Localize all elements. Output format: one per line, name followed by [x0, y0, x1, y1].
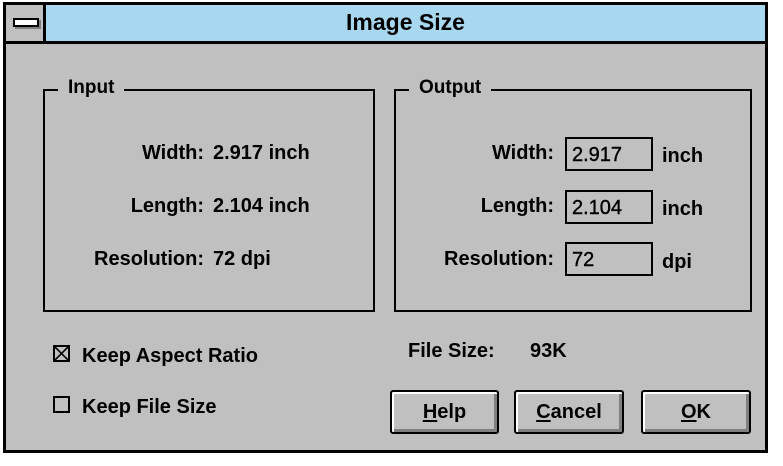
input-group-title: Input	[58, 77, 125, 99]
output-width-label: Width:	[491, 142, 554, 164]
output-group-title: Output	[409, 77, 492, 99]
image-size-dialog: Image Size Input Width: 2.917 inch Lengt…	[3, 2, 768, 453]
ok-button[interactable]: OK	[641, 390, 751, 434]
keep-aspect-ratio-checkbox[interactable]	[53, 345, 70, 362]
cancel-button-label: ancel	[550, 401, 602, 423]
help-button-mnemonic: H	[422, 401, 438, 423]
output-resolution-label: Resolution:	[444, 248, 554, 270]
output-length-field[interactable]: 2.104	[565, 190, 653, 224]
keep-file-size-label[interactable]: Keep File Size	[82, 396, 217, 419]
ok-button-mnemonic: O	[680, 401, 697, 423]
input-length-value: 2.104 inch	[213, 195, 310, 217]
output-resolution-unit: dpi	[662, 251, 692, 273]
keep-file-size-checkbox[interactable]	[53, 396, 70, 413]
output-length-unit: inch	[662, 198, 704, 220]
checkbox-x-icon	[55, 347, 68, 360]
ok-button-label: K	[696, 401, 711, 423]
output-resolution-field[interactable]: 72	[565, 242, 653, 276]
help-button[interactable]: Help	[390, 390, 499, 434]
window-title: Image Size	[346, 9, 465, 35]
cancel-button[interactable]: Cancel	[514, 390, 624, 434]
file-size-value: 93K	[530, 340, 567, 362]
title-bar[interactable]: Image Size	[6, 5, 765, 44]
output-width-unit: inch	[662, 145, 704, 167]
keep-aspect-ratio-label[interactable]: Keep Aspect Ratio	[82, 345, 258, 368]
input-length-label: Length:	[130, 195, 204, 217]
output-width-field[interactable]: 2.917	[565, 137, 653, 171]
input-width-label: Width:	[141, 142, 204, 164]
input-resolution-label: Resolution:	[94, 248, 204, 270]
input-resolution-value: 72 dpi	[213, 248, 271, 270]
help-button-label: elp	[437, 401, 467, 423]
input-width-value: 2.917 inch	[213, 142, 310, 164]
system-menu-icon[interactable]	[6, 5, 46, 41]
file-size-label: File Size:	[408, 340, 495, 362]
output-length-label: Length:	[480, 195, 554, 217]
cancel-button-mnemonic: C	[536, 401, 551, 423]
